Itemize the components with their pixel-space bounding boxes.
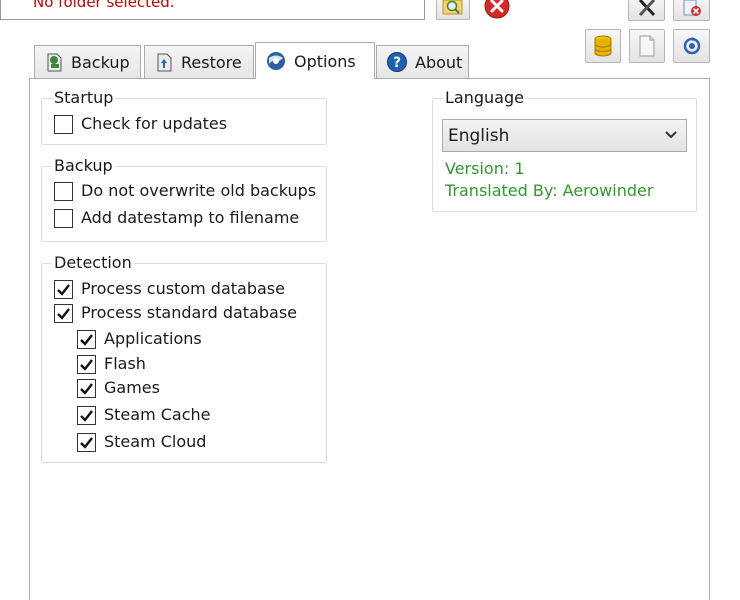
chevron-down-icon [665, 131, 677, 139]
tools-icon [638, 0, 655, 16]
steam-cache-label: Steam Cache [104, 405, 211, 424]
steam-cache-checkbox[interactable] [77, 405, 96, 425]
datestamp-label: Add datestamp to filename [81, 208, 300, 227]
standard-db-checkbox[interactable] [54, 303, 73, 323]
svg-text:?: ? [393, 55, 401, 71]
language-version: Version: 1 [445, 159, 525, 178]
steam-cache-option[interactable]: Steam Cache [77, 405, 211, 425]
steam-cloud-checkbox[interactable] [77, 432, 96, 452]
startup-group-title: Startup [52, 88, 116, 107]
options-window: No folder selected. Backup Restore Optio… [0, 0, 740, 600]
checkmark-icon [80, 358, 93, 371]
datestamp-option[interactable]: Add datestamp to filename [54, 208, 299, 228]
tab-options-label: Options [294, 51, 356, 71]
no-overwrite-label: Do not overwrite old backups [81, 181, 317, 200]
standard-db-option[interactable]: Process standard database [54, 303, 297, 323]
tab-restore-label: Restore [181, 52, 242, 72]
refresh-icon [683, 37, 700, 55]
custom-db-label: Process custom database [81, 279, 285, 298]
backup-group-title: Backup [52, 156, 115, 175]
datestamp-checkbox[interactable] [54, 208, 73, 228]
standard-db-label: Process standard database [81, 303, 298, 322]
tab-restore[interactable]: Restore [144, 45, 254, 78]
steam-cloud-option[interactable]: Steam Cloud [77, 432, 206, 452]
red-x-icon [484, 0, 510, 19]
check-updates-label: Check for updates [81, 114, 228, 133]
tab-about[interactable]: ? About [376, 45, 469, 78]
tab-about-label: About [415, 52, 463, 72]
custom-db-option[interactable]: Process custom database [54, 279, 285, 299]
games-checkbox[interactable] [77, 378, 96, 398]
startup-group: Startup Check for updates [41, 89, 327, 145]
database-icon [594, 35, 612, 57]
options-panel: Startup Check for updates Backup Do not … [29, 78, 710, 600]
flash-option[interactable]: Flash [77, 354, 146, 374]
language-group: Language English Version: 1 Translated B… [432, 89, 697, 212]
tab-backup[interactable]: Backup [34, 45, 141, 78]
restore-icon [157, 53, 172, 72]
language-selected-value: English [448, 125, 510, 146]
browse-folder-button[interactable] [436, 0, 470, 20]
delete-icon [683, 0, 701, 16]
applications-label: Applications [104, 329, 202, 348]
options-icon [267, 52, 285, 70]
checkmark-icon [80, 382, 93, 395]
clear-folder-button[interactable] [482, 0, 512, 22]
check-updates-checkbox[interactable] [54, 114, 73, 134]
flash-checkbox[interactable] [77, 354, 96, 374]
steam-cloud-label: Steam Cloud [104, 432, 207, 451]
language-translator: Translated By: Aerowinder [445, 181, 654, 200]
language-select[interactable]: English [442, 119, 687, 152]
check-updates-option[interactable]: Check for updates [54, 114, 227, 134]
checkmark-icon [57, 307, 70, 320]
detection-group: Detection Process custom database Proces… [41, 254, 327, 463]
tools-button[interactable] [628, 0, 665, 21]
games-label: Games [104, 378, 160, 397]
folder-path-field[interactable]: No folder selected. [0, 0, 425, 20]
folder-status-text: No folder selected. [33, 0, 175, 11]
checkmark-icon [57, 283, 70, 296]
checkmark-icon [80, 333, 93, 346]
folder-search-icon [442, 0, 463, 15]
checkmark-icon [80, 436, 93, 449]
custom-db-checkbox[interactable] [54, 279, 73, 299]
backup-icon [47, 53, 62, 72]
tab-backup-label: Backup [71, 52, 130, 72]
flash-label: Flash [104, 354, 146, 373]
tab-options[interactable]: Options [255, 42, 375, 79]
database-button[interactable] [585, 29, 621, 63]
notes-button[interactable] [629, 29, 665, 63]
detection-group-title: Detection [52, 253, 134, 272]
notes-icon [639, 35, 655, 57]
help-icon: ? [387, 52, 407, 72]
games-option[interactable]: Games [77, 378, 160, 398]
applications-checkbox[interactable] [77, 329, 96, 349]
no-overwrite-checkbox[interactable] [54, 181, 73, 201]
language-group-title: Language [443, 88, 526, 107]
backup-group: Backup Do not overwrite old backups Add … [41, 157, 327, 242]
checkmark-icon [80, 409, 93, 422]
applications-option[interactable]: Applications [77, 329, 202, 349]
delete-button[interactable] [673, 0, 710, 21]
refresh-button[interactable] [673, 29, 710, 63]
no-overwrite-option[interactable]: Do not overwrite old backups [54, 181, 316, 201]
